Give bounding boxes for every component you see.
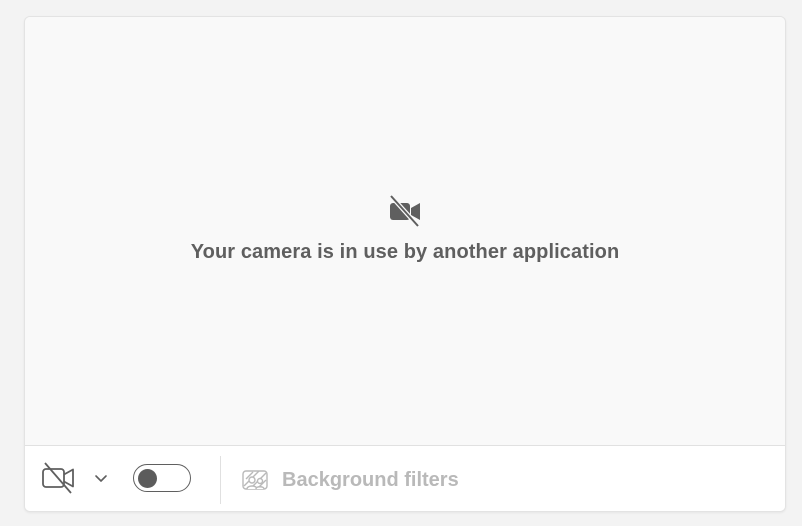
switch-knob — [138, 468, 157, 488]
background-filters-label: Background filters — [282, 468, 459, 491]
camera-on-off-switch[interactable] — [133, 464, 191, 492]
camera-preview-area: Your camera is in use by another applica… — [25, 17, 785, 446]
camera-options-dropdown[interactable] — [91, 468, 111, 488]
camera-off-icon — [42, 462, 74, 494]
camera-toolbar: Background filters — [25, 446, 785, 511]
camera-status-message: Your camera is in use by another applica… — [190, 241, 620, 263]
background-filters-button[interactable]: Background filters — [241, 466, 459, 494]
camera-toggle-button[interactable] — [41, 462, 77, 494]
background-filters-icon — [242, 470, 268, 490]
camera-preview-card: Your camera is in use by another applica… — [24, 16, 786, 512]
chevron-down-icon — [95, 475, 107, 482]
camera-off-filled-icon — [389, 194, 420, 228]
toolbar-divider — [220, 456, 221, 504]
